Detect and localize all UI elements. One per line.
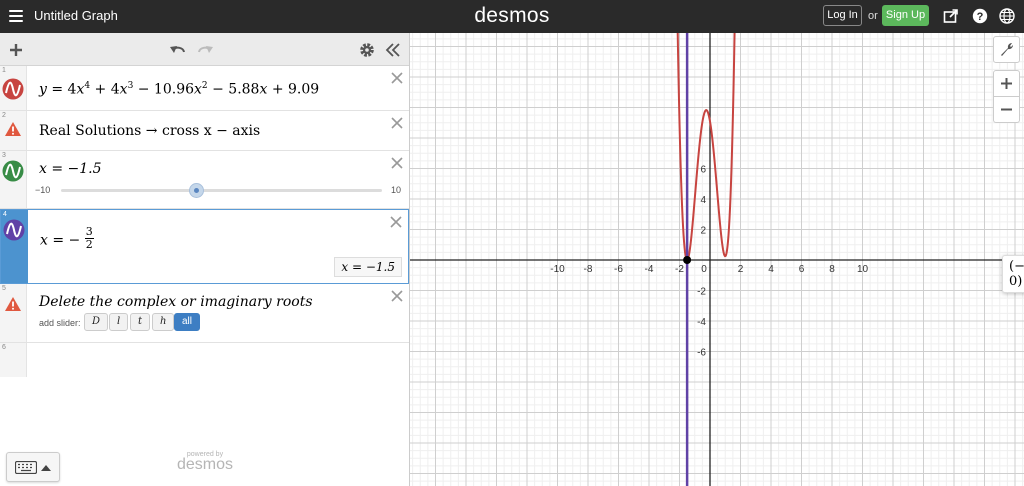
expression-gutter: 4 bbox=[1, 210, 28, 283]
plus-icon bbox=[1001, 78, 1012, 89]
warning-icon bbox=[5, 122, 21, 136]
slider-thumb[interactable] bbox=[189, 183, 204, 198]
x-tick-label: 6 bbox=[799, 264, 805, 275]
evaluation-result: x = −1.5 bbox=[334, 257, 402, 277]
expression-3-math[interactable]: x = −1.5 bbox=[39, 161, 102, 177]
add-slider-D[interactable]: D bbox=[84, 313, 109, 331]
slider-track[interactable] bbox=[61, 189, 382, 192]
x-tick-label: -4 bbox=[645, 264, 654, 275]
powered-by-logo: desmos bbox=[176, 456, 234, 473]
expression-index: 1 bbox=[2, 67, 6, 74]
expression-gutter: 3 bbox=[0, 151, 27, 208]
redo-icon[interactable] bbox=[196, 41, 214, 59]
expression-5-text[interactable]: Delete the complex or imaginary roots bbox=[39, 294, 313, 310]
slider-max-label[interactable]: 10 bbox=[391, 185, 401, 195]
delete-expression-icon[interactable] bbox=[391, 290, 403, 302]
expression-panel: 1 y = 4x4 + 4x3 − 10.96x2 − 5.88x + 9.09… bbox=[0, 33, 410, 486]
point-coordinate-label[interactable]: (−1.5, 0) bbox=[1002, 255, 1024, 293]
expression-gutter: 1 bbox=[0, 66, 27, 110]
expression-gutter: 6 bbox=[0, 343, 27, 377]
x-tick-label: 0 bbox=[701, 264, 707, 275]
x-tick-label: -10 bbox=[550, 264, 565, 275]
add-slider-all[interactable]: all bbox=[174, 313, 201, 331]
add-expression-icon[interactable] bbox=[7, 41, 25, 59]
x-tick-label: 2 bbox=[738, 264, 744, 275]
y-tick-label: 6 bbox=[700, 165, 706, 176]
fraction: 3 2 bbox=[84, 226, 94, 251]
y-tick-label: 2 bbox=[700, 226, 706, 237]
expression-row-4[interactable]: 4 x = − 3 2 x = −1.5 bbox=[0, 209, 409, 284]
expression-4-lhs: x = − bbox=[40, 232, 81, 249]
graph-title[interactable]: Untitled Graph bbox=[34, 8, 118, 23]
warning-icon bbox=[5, 297, 21, 311]
expression-row-1[interactable]: 1 y = 4x4 + 4x3 − 10.96x2 − 5.88x + 9.09 bbox=[0, 66, 409, 111]
delete-expression-icon[interactable] bbox=[391, 72, 403, 84]
hamburger-menu-icon[interactable] bbox=[9, 10, 23, 23]
caret-up-icon bbox=[41, 465, 51, 471]
expression-index: 3 bbox=[2, 152, 6, 159]
curve-purple-icon[interactable] bbox=[3, 219, 25, 241]
x-tick-label: 8 bbox=[829, 264, 835, 275]
expression-index: 4 bbox=[3, 211, 7, 218]
graph-canvas[interactable]: -10 -8 -6 -4 -2 0 2 4 6 8 10 2 4 6 -2 -4 -6 bbox=[410, 33, 1024, 486]
x-tick-label: -2 bbox=[675, 264, 684, 275]
share-icon[interactable] bbox=[943, 8, 959, 24]
slider-min-label[interactable]: −10 bbox=[35, 185, 50, 195]
delete-expression-icon[interactable] bbox=[390, 216, 402, 228]
delete-expression-icon[interactable] bbox=[391, 117, 403, 129]
expression-toolbar bbox=[0, 33, 409, 66]
root-point bbox=[683, 256, 692, 264]
settings-gear-icon[interactable] bbox=[358, 41, 376, 59]
polynomial-curve bbox=[676, 33, 736, 262]
signup-button[interactable]: Sign Up bbox=[882, 5, 929, 26]
expression-row-2[interactable]: 2 Real Solutions → cross x − axis bbox=[0, 111, 409, 151]
keyboard-icon bbox=[15, 461, 37, 474]
expression-row-3[interactable]: 3 x = −1.5 −10 10 bbox=[0, 151, 409, 209]
graph-paper[interactable]: -10 -8 -6 -4 -2 0 2 4 6 8 10 2 4 6 -2 -4 -6 (−1.5, 0) bbox=[410, 33, 1024, 486]
expression-2-text[interactable]: Real Solutions → cross x − axis bbox=[39, 123, 260, 139]
or-text: or bbox=[868, 10, 878, 22]
expression-index: 5 bbox=[2, 285, 6, 292]
add-slider-h[interactable]: h bbox=[152, 313, 175, 331]
top-bar: Untitled Graph desmos Log In or Sign Up … bbox=[0, 0, 1024, 33]
x-tick-label: -6 bbox=[614, 264, 623, 275]
minus-icon bbox=[1001, 108, 1012, 111]
x-tick-label: -8 bbox=[584, 264, 593, 275]
help-icon[interactable]: ? bbox=[972, 8, 988, 24]
curve-red-icon[interactable] bbox=[2, 78, 24, 100]
add-slider-l[interactable]: l bbox=[109, 313, 129, 331]
y-tick-label: -6 bbox=[697, 348, 706, 359]
y-tick-label: 4 bbox=[700, 195, 706, 206]
curve-green-icon[interactable] bbox=[2, 160, 24, 182]
collapse-panel-icon[interactable] bbox=[384, 41, 402, 59]
x-tick-label: 10 bbox=[857, 264, 869, 275]
undo-icon[interactable] bbox=[169, 41, 187, 59]
keyboard-toggle-button[interactable] bbox=[6, 452, 60, 482]
graph-settings-button[interactable] bbox=[993, 36, 1020, 63]
x-tick-label: 4 bbox=[768, 264, 774, 275]
wrench-icon bbox=[1001, 42, 1014, 56]
add-slider-t[interactable]: t bbox=[130, 313, 151, 331]
fraction-denominator: 2 bbox=[85, 238, 93, 251]
expression-4-math[interactable]: x = − 3 2 bbox=[40, 226, 94, 253]
delete-expression-icon[interactable] bbox=[391, 157, 403, 169]
login-button[interactable]: Log In bbox=[823, 5, 862, 26]
expression-index: 2 bbox=[2, 112, 6, 119]
expression-gutter: 2 bbox=[0, 111, 27, 150]
y-tick-label: -2 bbox=[697, 287, 706, 298]
y-tick-label: -4 bbox=[697, 317, 706, 328]
globe-icon[interactable] bbox=[999, 8, 1015, 24]
expression-gutter: 5 bbox=[0, 284, 27, 342]
svg-text:?: ? bbox=[977, 11, 984, 23]
zoom-in-button[interactable] bbox=[993, 70, 1020, 97]
powered-by-desmos[interactable]: powered by desmos bbox=[170, 451, 240, 473]
expression-row-5[interactable]: 5 Delete the complex or imaginary roots … bbox=[0, 284, 409, 343]
expression-1-math[interactable]: y = 4x4 + 4x3 − 10.96x2 − 5.88x + 9.09 bbox=[39, 81, 319, 98]
expression-index: 6 bbox=[2, 344, 6, 351]
expression-row-6[interactable]: 6 bbox=[0, 343, 409, 377]
zoom-out-button[interactable] bbox=[993, 96, 1020, 123]
add-slider-label: add slider: bbox=[39, 318, 81, 328]
